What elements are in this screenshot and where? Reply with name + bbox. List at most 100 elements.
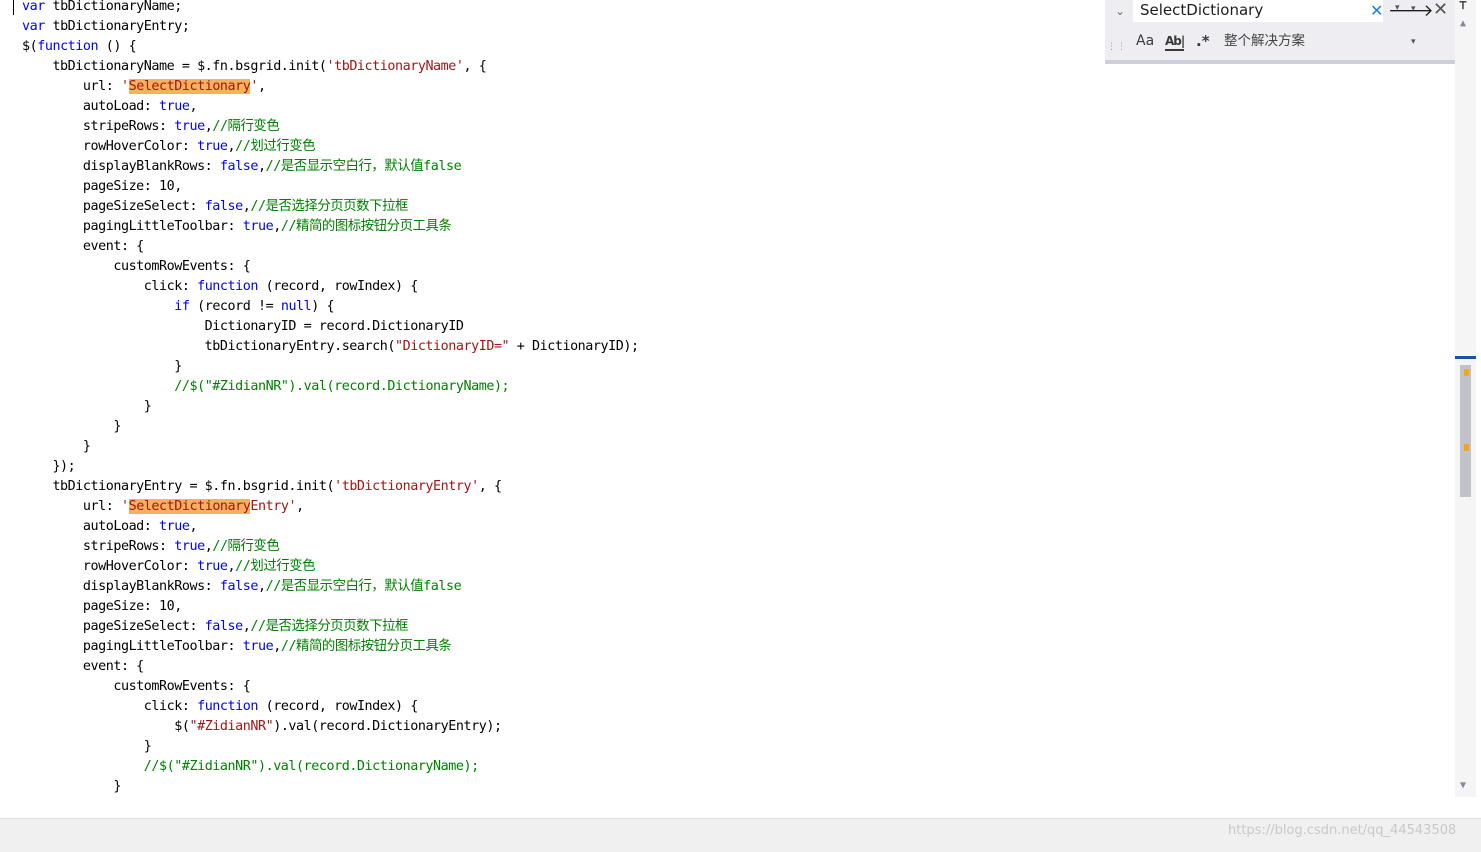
toggle-replace-icon[interactable]: ⌄ (1111, 2, 1129, 20)
code-token: "#ZidianNR" (189, 719, 274, 734)
code-token: //精简的图标按钮分页工具条 (280, 219, 452, 234)
code-line[interactable]: customRowEvents: { (22, 257, 250, 277)
code-line[interactable]: tbDictionaryName = $.fn.bsgrid.init('tbD… (22, 57, 486, 77)
code-line[interactable]: stripeRows: true,//隔行变色 (22, 537, 280, 557)
code-line[interactable]: } (22, 357, 182, 377)
code-token: false (219, 579, 259, 594)
code-line[interactable]: } (22, 737, 152, 757)
code-line[interactable]: } (22, 397, 152, 417)
code-line[interactable]: var tbDictionaryName; (22, 0, 182, 17)
code-token: //是否显示空白行，默认值false (265, 159, 462, 174)
code-token: function (197, 699, 258, 714)
code-line[interactable]: event: { (22, 657, 144, 677)
code-line[interactable]: click: function (record, rowIndex) { (22, 277, 419, 297)
code-token: (record != (189, 299, 281, 314)
code-line[interactable]: url: 'SelectDictionary', (22, 77, 266, 97)
code-token: tbDictionaryEntry.search( (22, 339, 396, 354)
code-token: event: { (22, 659, 144, 674)
search-scope-select[interactable]: 整个解决方案 (1224, 31, 1305, 51)
code-line[interactable]: autoLoad: true, (22, 517, 198, 537)
code-line[interactable]: autoLoad: true, (22, 97, 198, 117)
close-find-icon[interactable]: ✕ (1433, 0, 1448, 21)
code-line[interactable]: } (22, 777, 121, 797)
search-input-value[interactable]: SelectDictionary (1140, 1, 1263, 19)
code-line[interactable]: rowHoverColor: true,//划过行变色 (22, 557, 316, 577)
code-editor[interactable]: var tbDictionaryName; var tbDictionaryEnt… (0, 0, 1455, 797)
code-line[interactable]: displayBlankRows: false,//是否显示空白行，默认值fal… (22, 157, 462, 177)
code-line[interactable]: $(function () { (22, 37, 137, 57)
code-line[interactable]: $("#ZidianNR").val(record.DictionaryEntr… (22, 717, 502, 737)
grip-icon[interactable]: ⋮⋮ (1107, 43, 1126, 56)
code-token: , (189, 519, 198, 534)
code-token: } (22, 779, 121, 794)
chevron-down-icon[interactable]: ▾ (1411, 37, 1416, 47)
code-line[interactable]: url: 'SelectDictionaryEntry', (22, 497, 304, 517)
scroll-thumb[interactable] (1460, 365, 1471, 497)
clear-search-icon[interactable]: ✕ (1370, 1, 1383, 21)
code-line[interactable]: DictionaryID = record.DictionaryID (22, 317, 464, 337)
code-line[interactable]: pagingLittleToolbar: true,//精简的图标按钮分页工具条 (22, 637, 452, 657)
code-token: true (242, 219, 274, 234)
code-line[interactable]: pageSize: 10, (22, 597, 182, 617)
code-line[interactable]: tbDictionaryEntry = $.fn.bsgrid.init('tb… (22, 477, 502, 497)
regex-toggle[interactable]: .* (1196, 30, 1210, 52)
whole-word-toggle[interactable]: Ab| (1165, 33, 1185, 51)
code-token: //划过行变色 (235, 559, 316, 574)
code-token: url: (22, 79, 121, 94)
code-token: tbDictionaryEntry = $.fn.bsgrid.init( (22, 479, 335, 494)
code-line[interactable]: }); (22, 457, 75, 477)
code-line[interactable]: rowHoverColor: true,//划过行变色 (22, 137, 316, 157)
code-token: //$("#ZidianNR").val(record.DictionaryNa… (174, 379, 510, 394)
code-line[interactable]: click: function (record, rowIndex) { (22, 697, 419, 717)
code-token: //是否选择分页页数下拉框 (250, 619, 408, 634)
horizontal-scrollbar[interactable] (0, 797, 1481, 818)
code-line[interactable]: customRowEvents: { (22, 677, 250, 697)
split-window-icon[interactable]: ⊤ (1459, 0, 1467, 12)
scroll-down-arrow-icon[interactable]: ▼ (1460, 780, 1466, 791)
code-token: true (174, 539, 205, 554)
code-token: stripeRows: (22, 539, 175, 554)
code-line[interactable]: //$("#ZidianNR").val(record.DictionaryNa… (22, 757, 479, 777)
code-token: DictionaryID = record.DictionaryID (22, 319, 464, 334)
code-line[interactable]: pageSizeSelect: false,//是否选择分页页数下拉框 (22, 617, 409, 637)
code-token: click: (22, 279, 198, 294)
current-view-marker (1455, 356, 1476, 359)
code-token: , (189, 99, 198, 114)
code-line[interactable]: if (record != null) { (22, 297, 334, 317)
find-result-marker (1464, 369, 1469, 376)
code-line[interactable]: event: { (22, 237, 144, 257)
code-line[interactable]: stripeRows: true,//隔行变色 (22, 117, 280, 137)
vertical-scrollbar[interactable]: ⊤ ▲ ▼ (1455, 0, 1476, 797)
match-case-toggle[interactable]: Aa (1136, 30, 1154, 52)
code-token: true (159, 99, 190, 114)
code-line[interactable]: pageSize: 10, (22, 177, 182, 197)
scroll-up-arrow-icon[interactable]: ▲ (1460, 18, 1466, 29)
code-line[interactable]: tbDictionaryEntry.search("DictionaryID="… (22, 337, 639, 357)
code-token: pagingLittleToolbar: (22, 639, 243, 654)
code-token: if (174, 299, 190, 314)
code-token: , { (463, 59, 487, 74)
find-options-dropdown-icon[interactable]: ▾ (1411, 4, 1416, 14)
code-line[interactable]: //$("#ZidianNR").val(record.DictionaryNa… (22, 377, 509, 397)
search-input[interactable]: SelectDictionary ✕ ▾ (1133, 0, 1400, 22)
code-token: function (197, 279, 258, 294)
text-caret (13, 0, 14, 15)
code-token: displayBlankRows: (22, 159, 220, 174)
code-line[interactable]: pagingLittleToolbar: true,//精简的图标按钮分页工具条 (22, 217, 452, 237)
code-token: //是否显示空白行，默认值false (265, 579, 462, 594)
code-token: autoLoad: (22, 519, 160, 534)
code-line[interactable]: pageSizeSelect: false,//是否选择分页页数下拉框 (22, 197, 409, 217)
code-line[interactable]: } (22, 437, 91, 457)
code-token: true (197, 559, 228, 574)
code-token: false (204, 619, 244, 634)
code-token: function (37, 39, 99, 54)
code-token: Entry' (250, 499, 297, 514)
code-line[interactable]: var tbDictionaryEntry; (22, 17, 190, 37)
code-token: , (273, 219, 281, 234)
code-line[interactable]: displayBlankRows: false,//是否显示空白行，默认值fal… (22, 577, 462, 597)
code-token: rowHoverColor: (22, 559, 198, 574)
code-line[interactable]: } (22, 417, 121, 437)
code-token: ) { (311, 299, 335, 314)
code-token: } (22, 439, 91, 454)
